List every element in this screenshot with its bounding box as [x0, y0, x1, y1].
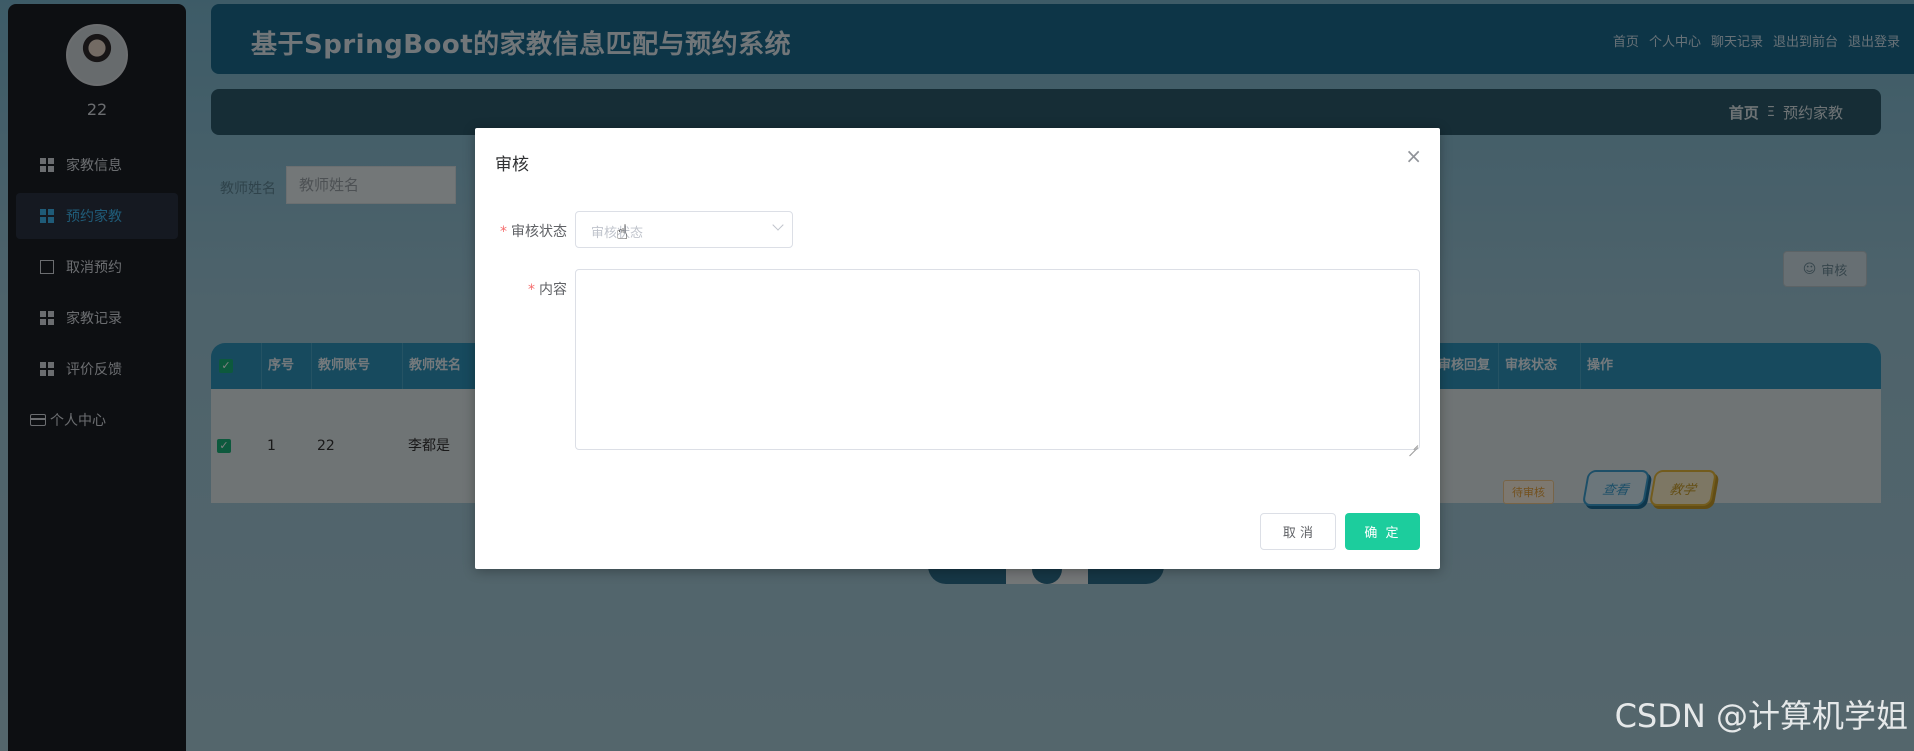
status-label-text: 审核状态: [511, 224, 567, 240]
review-dialog: 审核 × * 审核状态 审核状态 * 内容 取 消 确 定: [475, 128, 1440, 569]
watermark: CSDN @计算机学姐: [1614, 697, 1908, 735]
required-marker: *: [500, 224, 507, 240]
confirm-button[interactable]: 确 定: [1345, 513, 1420, 550]
dialog-title: 审核: [495, 155, 529, 175]
hand-cursor-icon: ☝: [616, 220, 629, 244]
cancel-button[interactable]: 取 消: [1260, 513, 1336, 550]
chevron-down-icon: [772, 219, 784, 231]
required-marker: *: [528, 282, 535, 298]
resize-handle-icon[interactable]: [1409, 439, 1419, 449]
review-status-select[interactable]: 审核状态: [575, 211, 793, 248]
content-field-label: * 内容: [495, 279, 567, 299]
content-textarea[interactable]: [575, 269, 1420, 450]
content-label-text: 内容: [539, 282, 567, 298]
close-icon[interactable]: ×: [1405, 144, 1422, 168]
status-field-label: * 审核状态: [495, 221, 567, 241]
